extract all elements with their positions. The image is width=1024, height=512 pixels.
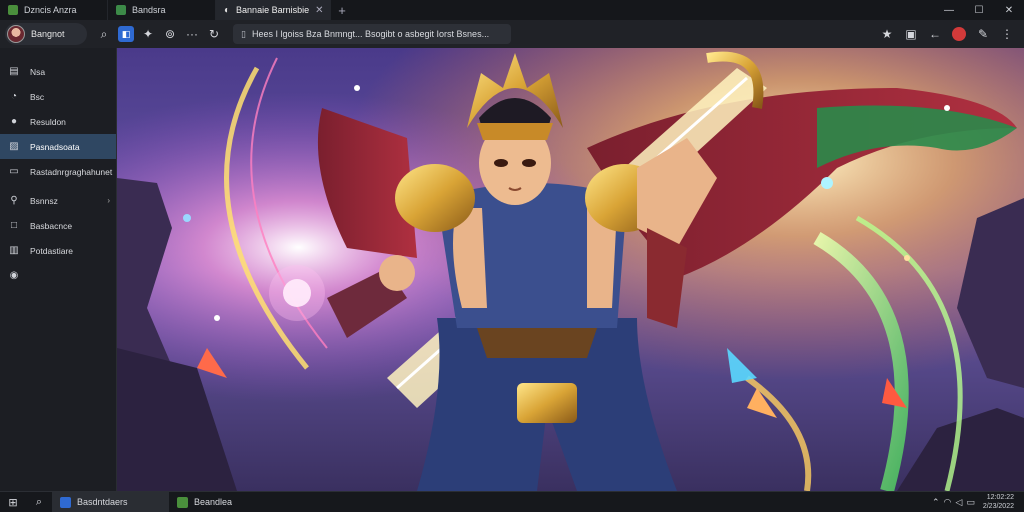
extension-blue-icon[interactable]: ◧ <box>118 26 134 42</box>
taskbar-search-icon[interactable]: ⌕ <box>26 492 52 512</box>
profile-name: Bangnot <box>31 29 65 39</box>
sidebar-item-8[interactable]: ▥ Potdastiare <box>0 238 116 263</box>
sidebar-item-7[interactable]: □ Basbacnce <box>0 213 116 238</box>
battery-icon[interactable]: ▭ <box>966 497 975 508</box>
gallery-icon: ▨ <box>9 141 19 152</box>
database-icon: ▥ <box>9 245 19 256</box>
new-tab-button[interactable]: + <box>331 0 353 20</box>
address-bar[interactable]: ▯ Hees I lgoiss Bza Bnmngt... Bsogibt o … <box>233 24 511 44</box>
sidebar-item-4-active[interactable]: ▨ Pasnadsoata <box>0 134 116 159</box>
taskbar: ⊞ ⌕ Basdntdaers Beandlea ⌃ ◠ ◁ ▭ 12:02:2… <box>0 491 1024 512</box>
taskbar-app-2[interactable]: Beandlea <box>169 492 240 512</box>
maximize-button[interactable]: ☐ <box>964 0 994 20</box>
app-icon <box>60 496 71 508</box>
sidebar-item-9[interactable]: ◉ <box>0 263 116 288</box>
sidebar-item-2[interactable]: ◔ Bsc <box>0 84 116 109</box>
sidebar-item-label: Resuldon <box>30 116 66 127</box>
main-image <box>117 48 1024 491</box>
clock[interactable]: 12:02:22 2/23/2022 <box>983 493 1014 511</box>
sidebar-item-3[interactable]: ● Resuldon <box>0 109 116 134</box>
search-icon[interactable]: ⌕ <box>93 23 115 45</box>
page-info-icon[interactable]: ▯ <box>241 29 246 40</box>
back-arrow-icon[interactable]: ← <box>924 23 946 45</box>
app-icon <box>177 496 188 508</box>
browser-window: Dzncis Anzra Bandsra ◐ Bannaie Barnisbie… <box>0 0 1024 512</box>
sidebar-item-label: Basbacnce <box>30 220 73 231</box>
window-icon: □ <box>10 220 18 231</box>
tab-bar: Dzncis Anzra Bandsra ◐ Bannaie Barnisbie… <box>0 0 1024 20</box>
tab-favicon <box>116 5 126 15</box>
folder-icon: ▭ <box>9 166 19 177</box>
clock-time: 12:02:22 <box>986 494 1014 501</box>
headphones-icon: ◔ <box>10 91 18 102</box>
start-button-icon[interactable]: ⊞ <box>0 492 26 512</box>
more-dots-icon[interactable]: ··· <box>181 23 203 45</box>
lens-icon[interactable]: ⊚ <box>159 23 181 45</box>
tab-close-icon[interactable]: ✕ <box>315 5 323 16</box>
window-controls: — ☐ ✕ <box>934 0 1024 20</box>
taskbar-app-1[interactable]: Basdntdaers <box>52 491 169 512</box>
reload-icon[interactable]: ↻ <box>203 23 225 45</box>
minimize-button[interactable]: — <box>934 0 964 20</box>
sidebar-item-label: Pasnadsoata <box>30 141 80 152</box>
circle-icon: ◉ <box>9 270 19 281</box>
tab-favicon <box>8 5 18 15</box>
toolbar: Bangnot ⌕ ◧ ✦ ⊚ ··· ↻ ▯ Hees I lgoiss Bz… <box>0 20 1024 48</box>
sidebar-item-label: Rastadnrgraghahunet <box>30 166 113 177</box>
tab-2[interactable]: Bandsra <box>108 0 216 20</box>
close-window-button[interactable]: ✕ <box>994 0 1024 20</box>
id-card-icon: ▤ <box>9 66 19 77</box>
tab-label: Dzncis Anzra <box>24 5 77 15</box>
reader-icon[interactable]: ▣ <box>900 23 922 45</box>
caret-icon[interactable]: › <box>107 196 110 205</box>
chat-bubble-icon: ● <box>10 116 18 127</box>
tab-3-active[interactable]: ◐ Bannaie Barnisbie ✕ <box>216 0 331 20</box>
wifi-icon[interactable]: ◠ <box>944 497 952 508</box>
tab-1[interactable]: Dzncis Anzra <box>0 0 108 20</box>
sidebar: ▤ Nsa ◔ Bsc ● Resuldon ▨ Pasnadsoata ▭ R… <box>0 48 117 491</box>
taskbar-app-label: Beandlea <box>194 497 233 507</box>
network-icon[interactable]: ⌃ <box>932 497 940 508</box>
sidebar-item-5[interactable]: ▭ Rastadnrgraghahunet <box>0 159 116 184</box>
sidebar-item-label: Bsc <box>30 91 45 102</box>
wrench-icon: ⚲ <box>10 195 18 206</box>
profile-button[interactable]: Bangnot <box>5 23 87 45</box>
tab-favicon-icon: ◐ <box>224 4 231 16</box>
hero-illustration <box>117 48 1024 491</box>
menu-icon[interactable]: ⋮ <box>996 23 1018 45</box>
sidebar-item-label: Potdastiare <box>30 245 73 256</box>
system-tray: ⌃ ◠ ◁ ▭ 12:02:22 2/23/2022 <box>932 493 1024 511</box>
sidebar-item-label: Nsa <box>30 66 46 77</box>
bookmark-star-icon[interactable]: ★ <box>876 23 898 45</box>
speaker-icon[interactable]: ◁ <box>955 497 962 508</box>
clock-date: 2/23/2022 <box>982 503 1014 510</box>
edit-icon[interactable]: ✎ <box>972 23 994 45</box>
taskbar-app-label: Basdntdaers <box>77 497 128 507</box>
sidebar-item-1[interactable]: ▤ Nsa <box>0 59 116 84</box>
toolbar-right: ★ ▣ ← ✎ ⋮ <box>876 23 1024 45</box>
avatar <box>7 25 25 43</box>
tab-label: Bandsra <box>132 5 166 15</box>
extension-red-icon[interactable] <box>948 23 970 45</box>
tab-label: Bannaie Barnisbie <box>236 5 310 15</box>
address-text: Hees I lgoiss Bza Bnmngt... Bsogibt o as… <box>251 29 490 39</box>
sparkle-icon[interactable]: ✦ <box>137 23 159 45</box>
sidebar-item-label: Bsnnsz <box>30 195 58 206</box>
sidebar-item-6[interactable]: ⚲ Bsnnsz › <box>0 188 116 213</box>
